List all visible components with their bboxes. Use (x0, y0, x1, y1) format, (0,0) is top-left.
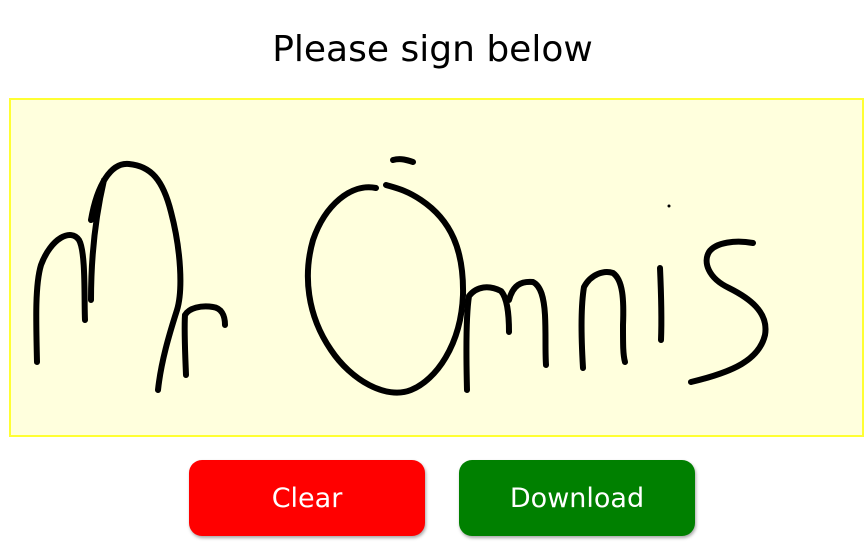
signature-stroke (390, 156, 416, 165)
signature-stroke (463, 278, 549, 393)
signature-page: Please sign below Clear Download (0, 0, 865, 559)
signature-stroke (304, 182, 467, 396)
signature-stroke (688, 238, 769, 385)
signature-stroke (181, 303, 228, 378)
signature-stroke (578, 269, 628, 371)
signature-pad[interactable] (9, 98, 864, 437)
signature-drawing (33, 156, 769, 396)
signature-stroke (33, 232, 88, 365)
signature-stroke (657, 265, 665, 343)
page-title: Please sign below (272, 29, 593, 70)
clear-button[interactable]: Clear (189, 460, 425, 536)
signature-stroke (88, 160, 184, 393)
signature-stroke (667, 204, 671, 208)
download-button[interactable]: Download (459, 460, 695, 536)
